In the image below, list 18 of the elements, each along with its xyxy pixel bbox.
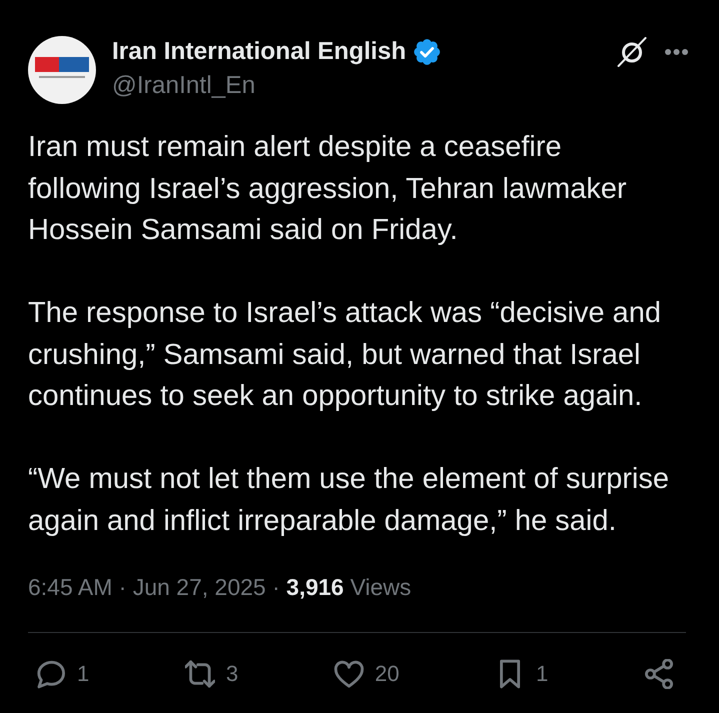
repost-button[interactable]: 3 — [184, 659, 238, 689]
author-handle[interactable]: @IranIntl_En — [112, 71, 617, 101]
reply-button[interactable]: 1 — [36, 659, 90, 689]
author-name[interactable]: Iran International English — [112, 37, 406, 67]
post-paragraph: Iran must remain alert despite a ceasefire following Israel’s aggression, Tehran lawmaker Hossein Samsami said on Friday. — [28, 130, 628, 248]
repost-arrows-icon — [184, 659, 215, 689]
bookmark-button[interactable]: 1 — [495, 659, 548, 689]
heart-icon — [334, 659, 364, 689]
avatar-icon[interactable] — [28, 36, 96, 104]
share-icon — [644, 659, 674, 689]
post-paragraph: The response to Israel’s attack was “decisive and crushing,” Samsami said, but warned that Israel continues to seek an opportunity to strike again. — [28, 296, 662, 414]
post-paragraph: “We must not let them use the element of surprise again and inflict irreparable damage,” he said. — [28, 462, 670, 538]
share-button[interactable] — [644, 659, 674, 689]
slashed-circle-icon[interactable] — [617, 37, 647, 67]
post-timestamp: 6:45 AM · Jun 27, 2025 · 3,916 Views — [28, 573, 412, 602]
more-icon[interactable] — [665, 49, 688, 55]
reply-icon — [36, 659, 66, 689]
like-button[interactable]: 20 — [334, 659, 400, 689]
